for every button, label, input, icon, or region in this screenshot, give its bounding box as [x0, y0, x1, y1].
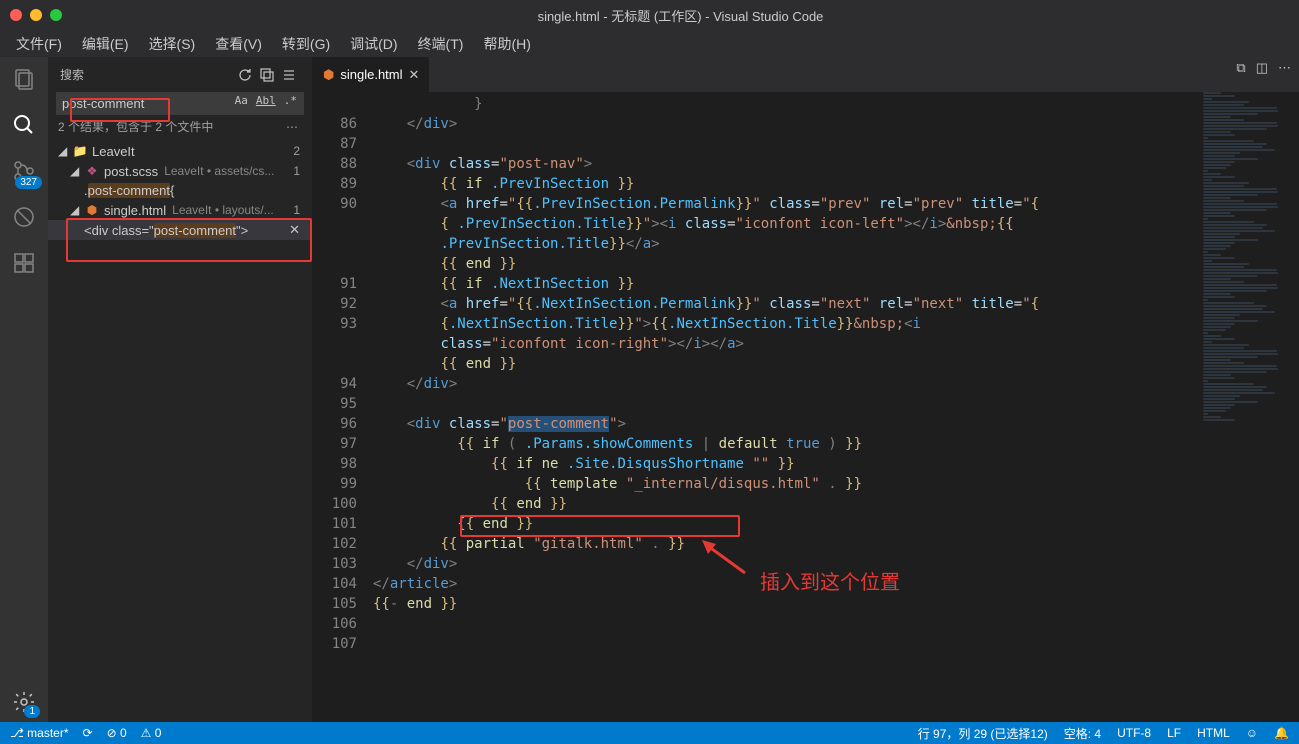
- html-file-icon: ⬢: [84, 202, 100, 218]
- compare-changes-icon[interactable]: ⧉: [1236, 60, 1245, 76]
- menu-view[interactable]: 查看(V): [205, 30, 272, 58]
- sidebar-title: 搜索: [60, 66, 234, 83]
- list-icon[interactable]: [278, 64, 300, 86]
- whole-word-toggle[interactable]: Abl: [253, 93, 279, 108]
- search-results-tree: ◢ 📁 LeaveIt 2 ◢ ❖ post.scss LeaveIt • as…: [48, 141, 312, 240]
- split-editor-icon[interactable]: ◫: [1256, 60, 1268, 76]
- explorer-icon[interactable]: [10, 65, 38, 93]
- folder-row[interactable]: ◢ 📁 LeaveIt 2: [48, 141, 312, 161]
- language-mode[interactable]: HTML: [1197, 726, 1230, 740]
- extensions-icon[interactable]: [10, 249, 38, 277]
- settings-gear-icon[interactable]: 1: [10, 688, 38, 716]
- annotation-arrow-icon: [700, 538, 750, 581]
- indent-indicator[interactable]: 空格: 4: [1064, 725, 1101, 742]
- scm-badge: 327: [15, 176, 42, 189]
- regex-toggle[interactable]: .*: [281, 93, 300, 108]
- annotation-text: 插入到这个位置: [760, 566, 900, 595]
- line-gutter: 8687888990 919293 9495969798991001011021…: [313, 92, 373, 722]
- more-menu-icon[interactable]: ⋯: [286, 120, 300, 134]
- editor-area: ⬢ single.html ✕ ⧉ ◫ ⋯ 8687888990 919293 …: [313, 57, 1299, 722]
- search-sidebar: 搜索 Aa Abl .* 2 个结果，包含于 2 个文件中 ⋯ ◢ 📁 Leav…: [48, 57, 313, 722]
- menu-help[interactable]: 帮助(H): [473, 30, 540, 58]
- gear-badge: 1: [24, 705, 40, 718]
- scss-file-icon: ❖: [84, 163, 100, 179]
- notifications-icon[interactable]: 🔔: [1274, 726, 1289, 740]
- titlebar: single.html - 无标题 (工作区) - Visual Studio …: [0, 0, 1299, 30]
- encoding-indicator[interactable]: UTF-8: [1117, 726, 1151, 740]
- html-file-icon: ⬢: [323, 67, 334, 83]
- search-match[interactable]: <div class="post-comment"> ✕: [48, 220, 312, 240]
- errors-indicator[interactable]: ⊘ 0: [107, 726, 127, 740]
- code-editor[interactable]: } </div> <div class="post-nav"> {{ if .P…: [373, 92, 1299, 722]
- case-sensitive-toggle[interactable]: Aa: [232, 93, 251, 108]
- feedback-icon[interactable]: ☺: [1246, 726, 1258, 740]
- dismiss-match-icon[interactable]: ✕: [289, 222, 304, 238]
- search-match[interactable]: .post-comment{: [48, 181, 312, 200]
- menu-terminal[interactable]: 终端(T): [408, 30, 474, 58]
- file-row[interactable]: ◢ ❖ post.scss LeaveIt • assets/cs... 1: [48, 161, 312, 181]
- collapse-all-icon[interactable]: [256, 64, 278, 86]
- tab-single-html[interactable]: ⬢ single.html ✕: [313, 57, 429, 92]
- eol-indicator[interactable]: LF: [1167, 726, 1181, 740]
- tab-label: single.html: [340, 67, 402, 82]
- menu-go[interactable]: 转到(G): [272, 30, 340, 58]
- editor-tabs: ⬢ single.html ✕ ⧉ ◫ ⋯: [313, 57, 1299, 92]
- folder-icon: 📁: [72, 143, 88, 159]
- more-actions-icon[interactable]: ⋯: [1278, 60, 1291, 76]
- menu-debug[interactable]: 调试(D): [340, 30, 407, 58]
- scm-icon[interactable]: 327: [10, 157, 38, 185]
- window-title: single.html - 无标题 (工作区) - Visual Studio …: [62, 6, 1299, 25]
- menu-file[interactable]: 文件(F): [6, 30, 72, 58]
- status-bar: ⎇ master* ⟳ ⊘ 0 ⚠ 0 行 97，列 29 (已选择12) 空格…: [0, 722, 1299, 744]
- file-row[interactable]: ◢ ⬢ single.html LeaveIt • layouts/... 1: [48, 200, 312, 220]
- debug-icon[interactable]: [10, 203, 38, 231]
- menubar: 文件(F) 编辑(E) 选择(S) 查看(V) 转到(G) 调试(D) 终端(T…: [0, 30, 1299, 57]
- activity-bar: 327: [0, 57, 48, 722]
- cursor-position[interactable]: 行 97，列 29 (已选择12): [918, 725, 1048, 742]
- menu-select[interactable]: 选择(S): [139, 30, 206, 58]
- minimap[interactable]: [1199, 92, 1299, 722]
- close-tab-icon[interactable]: ✕: [409, 67, 420, 83]
- sync-icon[interactable]: ⟳: [83, 726, 93, 740]
- branch-indicator[interactable]: ⎇ master*: [10, 726, 69, 740]
- refresh-icon[interactable]: [234, 64, 256, 86]
- minimize-window-button[interactable]: [30, 9, 42, 21]
- search-icon[interactable]: [10, 111, 38, 139]
- results-summary: 2 个结果，包含于 2 个文件中: [58, 118, 213, 135]
- maximize-window-button[interactable]: [50, 9, 62, 21]
- warnings-indicator[interactable]: ⚠ 0: [141, 726, 162, 740]
- close-window-button[interactable]: [10, 9, 22, 21]
- window-controls: [10, 9, 62, 21]
- menu-edit[interactable]: 编辑(E): [72, 30, 139, 58]
